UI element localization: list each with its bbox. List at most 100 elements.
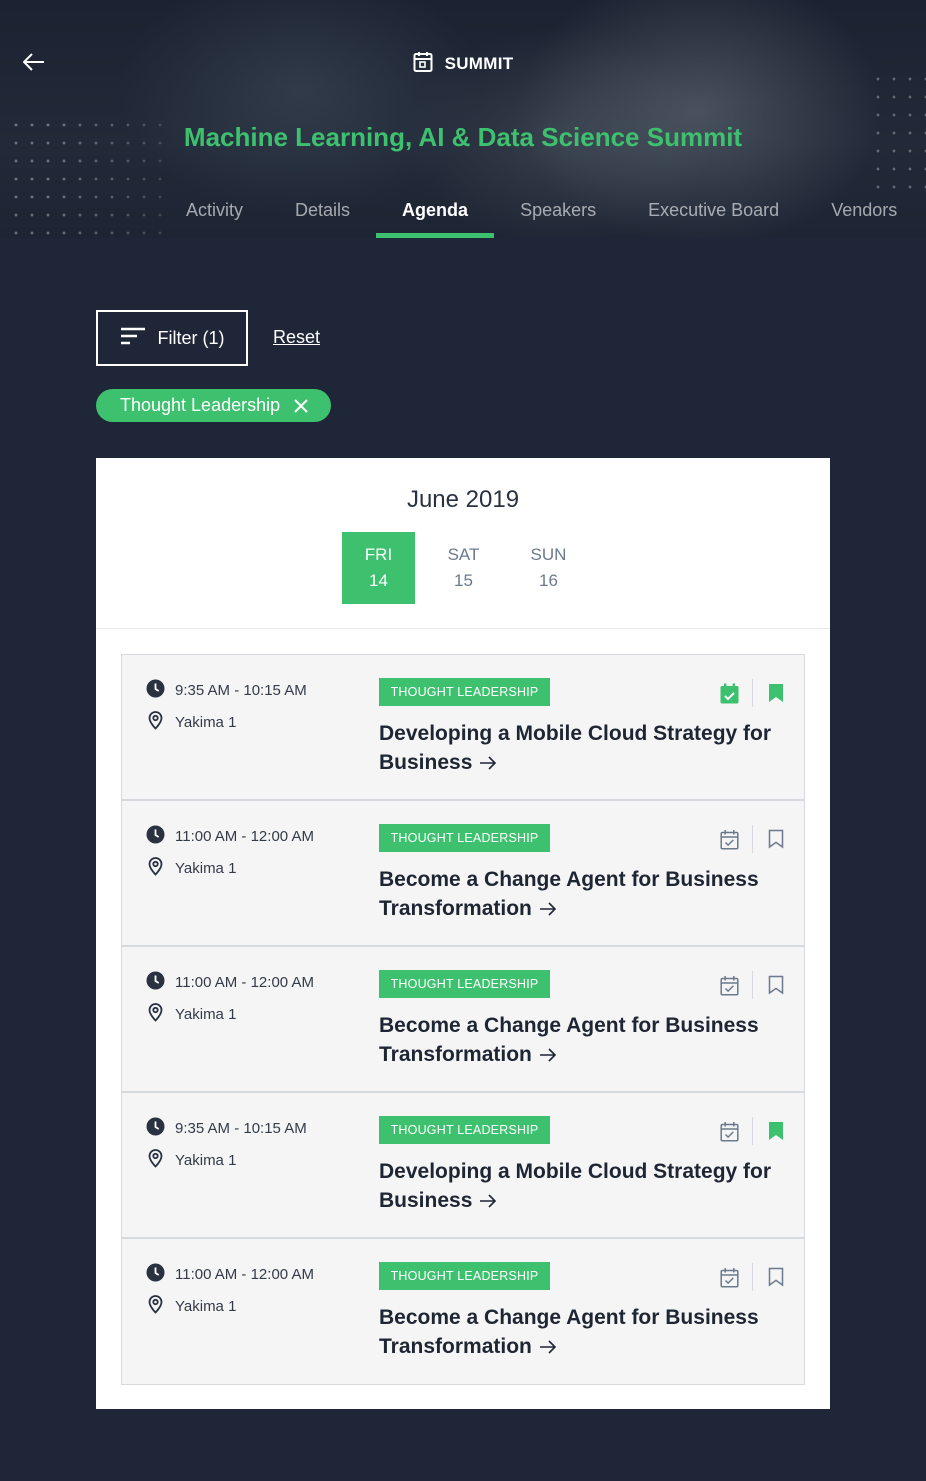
calendar-check-icon[interactable] — [716, 1117, 742, 1145]
session-actions — [716, 1263, 789, 1291]
session-location: Yakima 1 — [175, 1005, 237, 1023]
filter-lines-icon — [120, 327, 146, 350]
calendar-icon — [413, 51, 433, 78]
session-title-link[interactable]: Developing a Mobile Cloud Strategy for B… — [379, 1157, 779, 1216]
day-number: 15 — [454, 571, 473, 590]
action-divider — [752, 679, 753, 707]
day-sun[interactable]: SUN 16 — [512, 532, 585, 604]
calendar-check-icon[interactable] — [716, 679, 742, 707]
session-title: Become a Change Agent for Business Trans… — [379, 868, 759, 920]
location-pin-icon — [146, 1294, 165, 1318]
session-tag: THOUGHT LEADERSHIP — [379, 970, 550, 998]
session-time-row: 11:00 AM - 12:00 AM — [146, 971, 314, 994]
day-name: FRI — [364, 545, 393, 564]
session-location-row: Yakima 1 — [146, 710, 236, 734]
session-time-row: 9:35 AM - 10:15 AM — [146, 679, 307, 702]
session-location-row: Yakima 1 — [146, 856, 236, 880]
agenda-month: June 2019 — [406, 486, 520, 513]
session-title: Developing a Mobile Cloud Strategy for B… — [379, 722, 772, 774]
bookmark-icon[interactable] — [763, 971, 789, 999]
action-divider — [752, 1263, 753, 1291]
day-sat[interactable]: SAT 15 — [427, 532, 500, 604]
tab-executive-board[interactable]: Executive Board — [622, 186, 805, 238]
session-location-row: Yakima 1 — [146, 1148, 236, 1172]
session-time: 11:00 AM - 12:00 AM — [175, 828, 314, 845]
clock-icon — [146, 825, 165, 848]
session-title: Become a Change Agent for Business Trans… — [379, 1306, 759, 1358]
arrow-right-icon — [480, 749, 497, 778]
clock-icon — [146, 1263, 165, 1286]
day-name: SUN — [530, 545, 567, 564]
event-type-text: SUMMIT — [444, 54, 514, 73]
session-title: Developing a Mobile Cloud Strategy for B… — [379, 1160, 772, 1212]
session-title-link[interactable]: Become a Change Agent for Business Trans… — [379, 1011, 779, 1070]
calendar-check-icon[interactable] — [716, 825, 742, 853]
bookmark-icon[interactable] — [763, 679, 789, 707]
session-tag: THOUGHT LEADERSHIP — [379, 824, 550, 852]
session-location: Yakima 1 — [175, 1151, 237, 1169]
filter-button[interactable]: Filter (1) — [96, 310, 248, 366]
clock-icon — [146, 1117, 165, 1140]
session-time-row: 11:00 AM - 12:00 AM — [146, 825, 314, 848]
calendar-check-icon[interactable] — [716, 1263, 742, 1291]
tab-details[interactable]: Details — [269, 186, 376, 238]
session-actions — [716, 1117, 789, 1145]
session-time: 11:00 AM - 12:00 AM — [175, 1266, 314, 1283]
session-tag: THOUGHT LEADERSHIP — [379, 678, 550, 706]
location-pin-icon — [146, 710, 165, 734]
day-number: 14 — [369, 571, 388, 590]
arrow-right-icon — [480, 1187, 497, 1216]
location-pin-icon — [146, 1148, 165, 1172]
session-title-link[interactable]: Developing a Mobile Cloud Strategy for B… — [379, 719, 779, 778]
session-time: 9:35 AM - 10:15 AM — [175, 1120, 307, 1137]
reset-link[interactable]: Reset — [273, 327, 320, 348]
session-item-3: 11:00 AM - 12:00 AM Yakima 1 THOUGHT LEA… — [122, 947, 804, 1093]
event-type-label: SUMMIT — [0, 48, 926, 80]
session-location: Yakima 1 — [175, 713, 237, 731]
filter-chip: Thought Leadership — [96, 389, 331, 422]
bookmark-icon[interactable] — [763, 1263, 789, 1291]
bookmark-icon[interactable] — [763, 1117, 789, 1145]
session-item-5: 11:00 AM - 12:00 AM Yakima 1 THOUGHT LEA… — [122, 1239, 804, 1384]
divider — [96, 628, 830, 629]
bookmark-icon[interactable] — [763, 825, 789, 853]
location-pin-icon — [146, 856, 165, 880]
session-location-row: Yakima 1 — [146, 1294, 236, 1318]
action-divider — [752, 1117, 753, 1145]
tab-vendors[interactable]: Vendors — [805, 186, 923, 238]
tab-agenda[interactable]: Agenda — [376, 186, 495, 238]
session-time: 9:35 AM - 10:15 AM — [175, 682, 307, 699]
session-location: Yakima 1 — [175, 1297, 237, 1315]
tab-speakers[interactable]: Speakers — [494, 186, 622, 238]
day-fri[interactable]: FRI 14 — [342, 532, 415, 604]
filter-button-label: Filter (1) — [157, 327, 225, 348]
session-time-row: 9:35 AM - 10:15 AM — [146, 1117, 307, 1140]
session-location: Yakima 1 — [175, 859, 237, 877]
calendar-check-icon[interactable] — [716, 971, 742, 999]
clock-icon — [146, 679, 165, 702]
session-title-link[interactable]: Become a Change Agent for Business Trans… — [379, 865, 779, 924]
arrow-right-icon — [539, 1333, 557, 1362]
session-item-1: 9:35 AM - 10:15 AM Yakima 1 THOUGHT LEAD… — [122, 655, 804, 801]
action-divider — [752, 971, 753, 999]
clock-icon — [146, 971, 165, 994]
session-actions — [716, 825, 789, 853]
session-item-4: 9:35 AM - 10:15 AM Yakima 1 THOUGHT LEAD… — [122, 1093, 804, 1239]
close-icon[interactable] — [294, 398, 308, 413]
day-selector: FRI 14 SAT 15 SUN 16 — [342, 532, 585, 604]
tab-bar: Activity Details Agenda Speakers Executi… — [160, 186, 923, 238]
arrow-right-icon — [539, 1041, 557, 1070]
location-pin-icon — [146, 1002, 165, 1026]
session-time-row: 11:00 AM - 12:00 AM — [146, 1263, 314, 1286]
tab-activity[interactable]: Activity — [160, 186, 269, 238]
session-title-link[interactable]: Become a Change Agent for Business Trans… — [379, 1303, 779, 1362]
session-actions — [716, 679, 789, 707]
arrow-right-icon — [539, 895, 557, 924]
session-title: Become a Change Agent for Business Trans… — [379, 1014, 759, 1066]
day-name: SAT — [447, 545, 480, 564]
session-tag: THOUGHT LEADERSHIP — [379, 1116, 550, 1144]
session-list: 9:35 AM - 10:15 AM Yakima 1 THOUGHT LEAD… — [121, 654, 805, 1385]
action-divider — [752, 825, 753, 853]
session-location-row: Yakima 1 — [146, 1002, 236, 1026]
agenda-card: June 2019 FRI 14 SAT 15 SUN 16 9:35 AM -… — [96, 458, 830, 1409]
